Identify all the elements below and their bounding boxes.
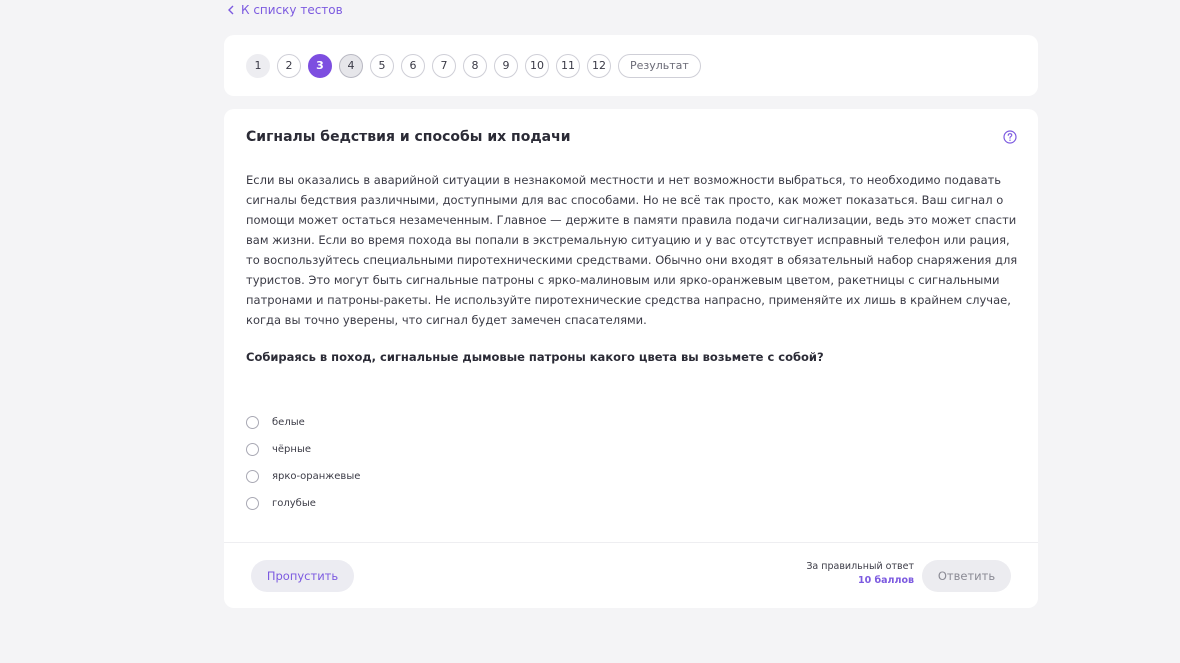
- question-2-button[interactable]: 2: [277, 53, 301, 78]
- result-button[interactable]: Результат: [618, 53, 701, 78]
- question-title: Сигналы бедствия и способы их подачи: [246, 129, 571, 145]
- question-10-button[interactable]: 10: [525, 53, 549, 78]
- skip-button[interactable]: Пропустить: [251, 560, 354, 592]
- back-link-label: К списку тестов: [241, 3, 343, 17]
- question-4-button[interactable]: 4: [339, 53, 363, 78]
- question-navigation: 1 2 3 4 5 6 7 8 9 10 11 12 Результат: [224, 35, 1038, 96]
- back-to-tests-link[interactable]: К списку тестов: [227, 3, 343, 17]
- option-label: чёрные: [272, 444, 311, 455]
- question-9-button[interactable]: 9: [494, 53, 518, 78]
- answer-options: белые чёрные ярко-оранжевые голубые: [246, 409, 360, 517]
- question-3-button[interactable]: 3: [308, 53, 332, 78]
- question-8-button[interactable]: 8: [463, 53, 487, 78]
- score-value: 10 баллов: [857, 575, 914, 586]
- question-text: Если вы оказались в аварийной ситуации в…: [246, 173, 1018, 327]
- radio-button[interactable]: [246, 470, 259, 483]
- option-label: голубые: [272, 498, 316, 509]
- question-12-button[interactable]: 12: [587, 53, 611, 78]
- answer-button[interactable]: Ответить: [922, 560, 1011, 592]
- question-card: Сигналы бедствия и способы их подачи Есл…: [224, 109, 1038, 608]
- question-6-button[interactable]: 6: [401, 53, 425, 78]
- radio-button[interactable]: [246, 497, 259, 510]
- radio-button[interactable]: [246, 443, 259, 456]
- chevron-left-icon: [228, 5, 234, 15]
- answer-option[interactable]: белые: [246, 409, 360, 436]
- answer-option[interactable]: чёрные: [246, 436, 360, 463]
- footer-divider: [224, 542, 1038, 543]
- option-label: ярко-оранжевые: [272, 471, 361, 482]
- answer-option[interactable]: голубые: [246, 490, 360, 517]
- option-label: белые: [272, 417, 305, 428]
- question-1-button[interactable]: 1: [246, 53, 270, 78]
- help-icon[interactable]: [1003, 130, 1017, 144]
- score-label: За правильный ответ: [806, 561, 914, 572]
- answer-option[interactable]: ярко-оранжевые: [246, 463, 360, 490]
- radio-button[interactable]: [246, 416, 259, 429]
- question-7-button[interactable]: 7: [432, 53, 456, 78]
- question-5-button[interactable]: 5: [370, 53, 394, 78]
- question-prompt: Собираясь в поход, сигнальные дымовые па…: [246, 350, 824, 364]
- question-11-button[interactable]: 11: [556, 53, 580, 78]
